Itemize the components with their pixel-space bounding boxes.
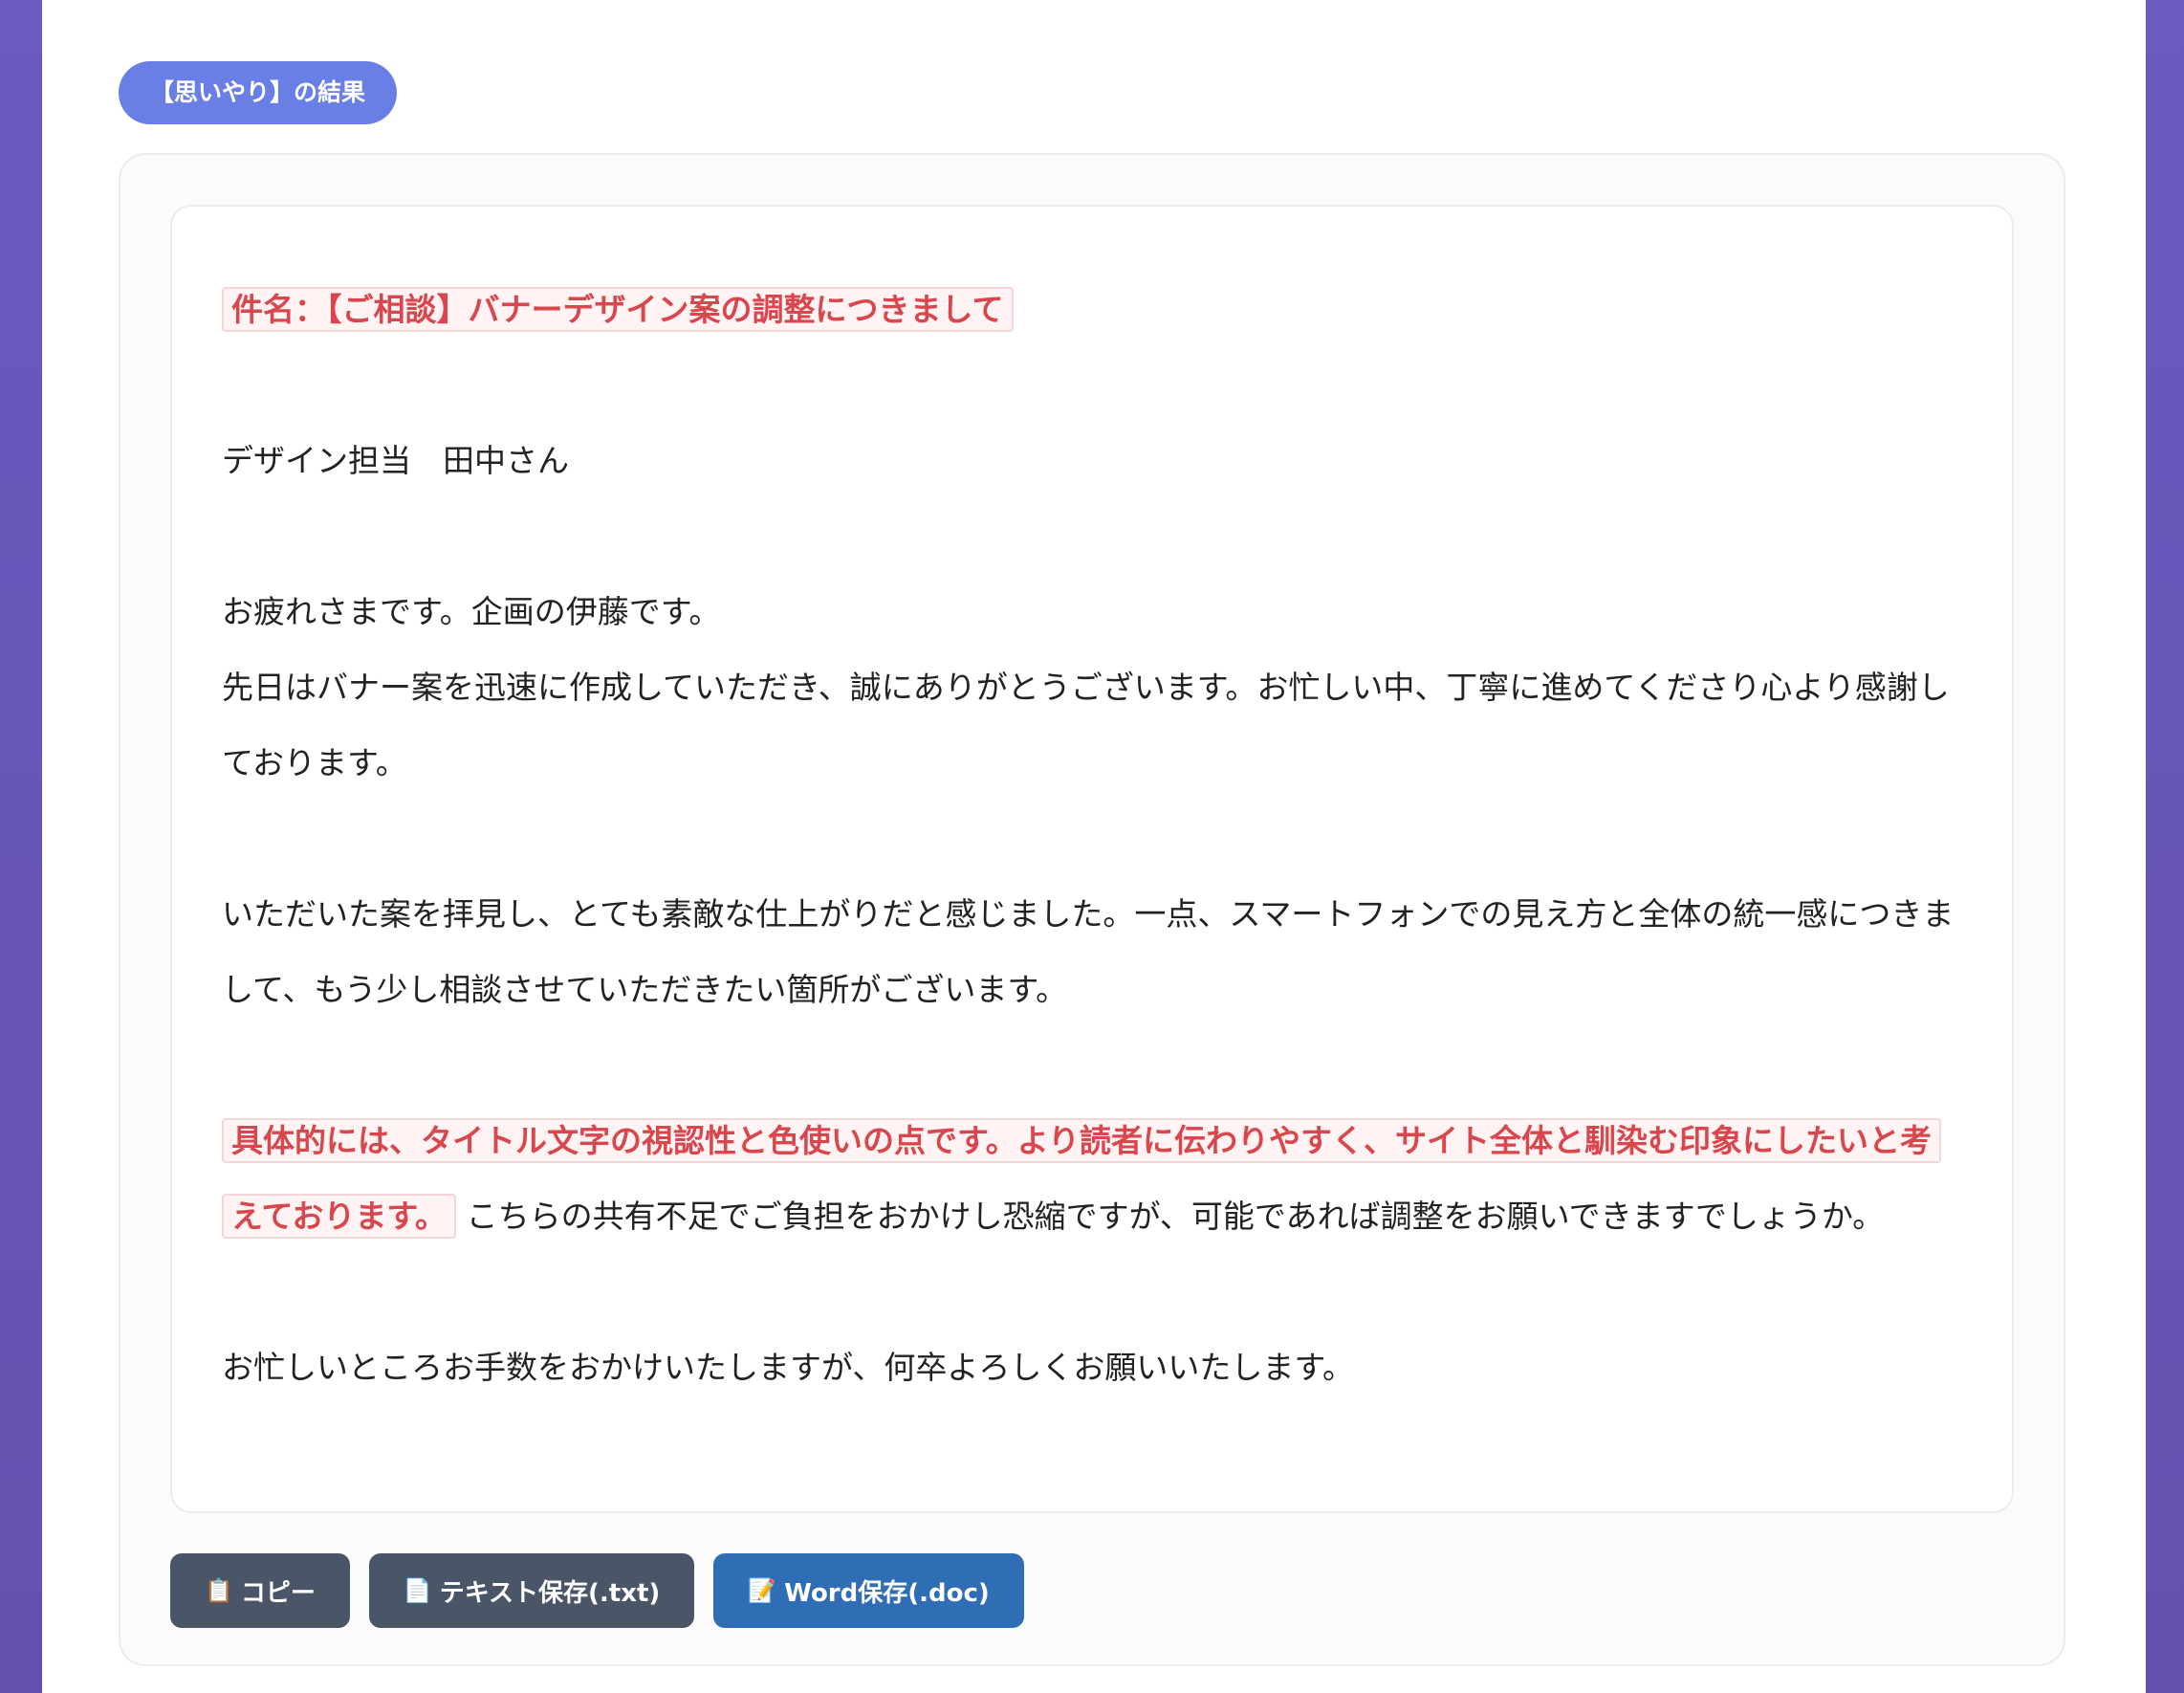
impression-paragraph: いただいた案を拝見し、とても素敵な仕上がりだと感じました。一点、スマートフォンで… (222, 895, 1955, 1008)
thanks-paragraph: 先日はバナー案を迅速に作成していただき、誠にありがとうございます。お忙しい中、丁… (222, 669, 1950, 781)
copy-button[interactable]: 📋 コピー (170, 1553, 350, 1628)
email-output: 件名：【ご相談】バナーデザイン案の調整につきまして デザイン担当 田中さん お疲… (170, 205, 2014, 1513)
request-paragraph: 具体的には、タイトル文字の視認性と色使いの点です。より読者に伝わりやすく、サイト… (222, 1103, 1962, 1254)
page-panel: 【思いやり】の結果 件名：【ご相談】バナーデザイン案の調整につきまして デザイン… (42, 0, 2146, 1693)
clipboard-icon: 📋 (205, 1577, 233, 1604)
result-card: 件名：【ご相談】バナーデザイン案の調整につきまして デザイン担当 田中さん お疲… (119, 153, 2065, 1666)
action-bar: 📋 コピー 📄 テキスト保存(.txt) 📝 Word保存(.doc) (170, 1553, 1024, 1628)
save-txt-button-label: テキスト保存(.txt) (439, 1578, 661, 1608)
closing-line: お忙しいところお手数をおかけいたしますが、何卒よろしくお願いいたします。 (222, 1349, 1355, 1386)
subject-line: 件名：【ご相談】バナーデザイン案の調整につきまして (222, 272, 1962, 347)
subject-highlight: 件名：【ご相談】バナーデザイン案の調整につきまして (222, 287, 1014, 332)
save-txt-button[interactable]: 📄 テキスト保存(.txt) (368, 1553, 695, 1628)
greeting-line: お疲れさまです。企画の伊藤です。 (222, 593, 721, 630)
memo-icon: 📝 (748, 1577, 777, 1604)
document-icon: 📄 (403, 1577, 432, 1604)
copy-button-label: コピー (240, 1578, 316, 1608)
save-word-button[interactable]: 📝 Word保存(.doc) (713, 1553, 1024, 1628)
save-word-button-label: Word保存(.doc) (784, 1578, 990, 1608)
request-rest: こちらの共有不足でご負担をおかけし恐縮ですが、可能であれば調整をお願いできますで… (466, 1198, 1885, 1235)
recipient-line: デザイン担当 田中さん (222, 442, 569, 479)
result-badge: 【思いやり】の結果 (119, 61, 398, 124)
